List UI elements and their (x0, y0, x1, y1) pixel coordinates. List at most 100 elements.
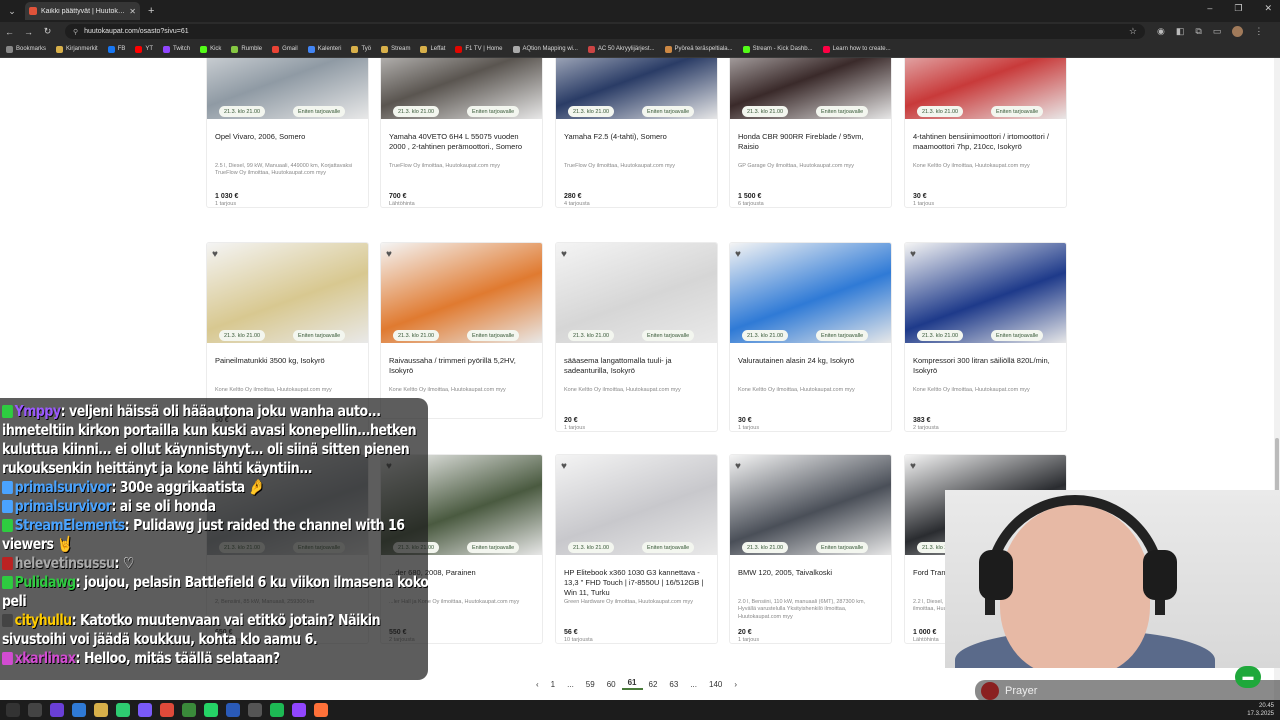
favorite-heart-icon[interactable]: ♥ (735, 461, 741, 472)
listing-title[interactable]: Yamaha F2.5 (4-tahti), Somero (556, 119, 717, 163)
taskview-icon[interactable] (28, 703, 42, 717)
file-explorer-icon[interactable] (94, 703, 108, 717)
page-link[interactable]: 63 (663, 680, 684, 689)
chat-support-button[interactable]: ▬ (1235, 666, 1261, 688)
listing-image[interactable]: ♥21.3. klo 21.00Eniten tarjoavalle (381, 58, 542, 119)
app-icon[interactable] (116, 703, 130, 717)
listing-card[interactable]: ♥ 21.3. klo 21.00 Eniten tarjoavalle Raivau… (380, 242, 543, 419)
listing-card[interactable]: ♥ 21.3. klo 21.00 Eniten tarjoavalle Kompre… (904, 242, 1067, 432)
listing-card[interactable]: ♥21.3. klo 21.00Eniten tarjoavalleOpel V… (206, 58, 369, 208)
app-icon[interactable] (72, 703, 86, 717)
listing-title[interactable]: HP Elitebook x360 1030 G3 kannettava - 1… (556, 555, 717, 599)
listing-card[interactable]: ♥ 21.3. klo 21.00 Eniten tarjoavalle Valura… (729, 242, 892, 432)
whatsapp-icon[interactable] (204, 703, 218, 717)
listing-image[interactable]: ♥21.3. klo 21.00Eniten tarjoavalle (905, 58, 1066, 119)
app-icon[interactable] (50, 703, 64, 717)
bookmark-item[interactable]: AC 50 Akryylijärjest... (587, 45, 655, 53)
page-link[interactable]: 62 (643, 680, 664, 689)
bookmark-item[interactable]: Rumble (231, 45, 262, 53)
listing-title[interactable]: Kompressori 300 litran säiliöllä 820L/mi… (905, 343, 1066, 387)
listing-title[interactable]: Yamaha 40VETO 6H4 L 55075 vuoden 2000 , … (381, 119, 542, 163)
listing-card[interactable]: ♥21.3. klo 21.00Eniten tarjoavalleHonda … (729, 58, 892, 208)
bookmark-item[interactable]: Kirjanmerkit (56, 45, 98, 53)
listing-image[interactable]: ♥21.3. klo 21.00Eniten tarjoavalle (730, 243, 891, 343)
forward-icon[interactable]: → (19, 27, 38, 37)
page-link[interactable]: 61 (621, 678, 643, 690)
next-page-icon[interactable]: › (728, 680, 743, 689)
listing-title[interactable]: Raivaussaha / trimmeri pyörillä 5,2HV, I… (381, 343, 542, 387)
favorite-heart-icon[interactable]: ♥ (561, 249, 567, 260)
listing-title[interactable]: Honda CBR 900RR Fireblade / 95vm, Raisio (730, 119, 891, 163)
listing-title[interactable]: sääasema langattomalla tuuli- ja sadeant… (556, 343, 717, 387)
site-info-icon[interactable]: ⚲ (73, 28, 78, 36)
bookmark-item[interactable]: Bookmarks (6, 45, 46, 53)
bookmark-item[interactable]: Learn how to create... (822, 45, 891, 53)
bookmark-item[interactable]: Pyöreä teräspeltiala... (664, 45, 733, 53)
page-link[interactable]: 1 (545, 680, 561, 689)
bookmark-item[interactable]: Työ (351, 45, 371, 53)
extension-icon[interactable]: ◉ (1157, 26, 1165, 37)
listing-image[interactable]: ♥21.3. klo 21.00Eniten tarjoavalle (905, 243, 1066, 343)
firefox-icon[interactable] (314, 703, 328, 717)
app-icon[interactable] (248, 703, 262, 717)
minimize-icon[interactable]: – (1207, 3, 1212, 14)
favorite-heart-icon[interactable]: ♥ (735, 249, 741, 260)
listing-image[interactable]: ♥21.3. klo 21.00Eniten tarjoavalle (556, 243, 717, 343)
close-window-icon[interactable]: ✕ (1264, 3, 1272, 14)
side-panel-icon[interactable]: ▭ (1213, 26, 1222, 37)
listing-title[interactable]: Opel Vivaro, 2006, Somero (207, 119, 368, 163)
back-icon[interactable]: ← (0, 27, 19, 37)
bookmark-item[interactable]: Twitch (163, 45, 190, 53)
close-tab-icon[interactable]: ✕ (129, 7, 136, 16)
chrome-icon[interactable] (160, 703, 174, 717)
listing-card[interactable]: ♥ 21.3. klo 21.00 Eniten tarjoavalle HP Eli… (555, 454, 718, 644)
maximize-icon[interactable]: ❐ (1234, 3, 1242, 14)
listing-image[interactable]: ♥21.3. klo 21.00Eniten tarjoavalle (730, 455, 891, 555)
listing-image[interactable]: ♥21.3. klo 21.00Eniten tarjoavalle (730, 58, 891, 119)
bookmark-item[interactable]: Kalenteri (307, 45, 341, 53)
bookmark-item[interactable]: Leffat (420, 45, 445, 53)
page-link[interactable]: 140 (703, 680, 728, 689)
bookmark-item[interactable]: F1 TV | Home (455, 45, 503, 53)
windows-start-icon[interactable] (6, 703, 20, 717)
listing-image[interactable]: ♥21.3. klo 21.00Eniten tarjoavalle (207, 58, 368, 119)
app-icon[interactable] (226, 703, 240, 717)
listing-card[interactable]: ♥21.3. klo 21.00Eniten tarjoavalleYamaha… (555, 58, 718, 208)
spotify-icon[interactable] (270, 703, 284, 717)
listing-card[interactable]: ♥21.3. klo 21.00Eniten tarjoavalleYamaha… (380, 58, 543, 208)
page-link[interactable]: 59 (580, 680, 601, 689)
extension-icon[interactable]: ◧ (1176, 26, 1185, 37)
profile-avatar[interactable] (1232, 26, 1244, 37)
listing-image[interactable]: ♥21.3. klo 21.00Eniten tarjoavalle (556, 455, 717, 555)
favorite-heart-icon[interactable]: ♥ (386, 249, 392, 260)
browser-icon[interactable] (182, 703, 196, 717)
bookmark-item[interactable]: YT (135, 45, 153, 53)
page-link[interactable]: 60 (601, 680, 622, 689)
listing-card[interactable]: ♥ 21.3. klo 21.00 Eniten tarjoavalle BMW 12… (729, 454, 892, 644)
bookmark-item[interactable]: AQtion Mapping wi... (512, 45, 578, 53)
bookmark-item[interactable]: Stream - Kick Dashb... (742, 45, 813, 53)
bookmark-star-icon[interactable]: ☆ (1129, 26, 1137, 37)
listing-card[interactable]: ♥21.3. klo 21.00Eniten tarjoavalle4-taht… (904, 58, 1067, 208)
scrollbar-thumb[interactable] (1275, 438, 1279, 498)
bookmark-item[interactable]: Stream (381, 45, 410, 53)
listing-card[interactable]: ♥ 21.3. klo 21.00 Eniten tarjoavalle sääase… (555, 242, 718, 432)
favorite-heart-icon[interactable]: ♥ (910, 249, 916, 260)
extensions-puzzle-icon[interactable]: ⧉ (1195, 26, 1201, 37)
favorite-heart-icon[interactable]: ♥ (212, 249, 218, 260)
discord-icon[interactable] (138, 703, 152, 717)
bookmark-item[interactable]: FB (107, 45, 125, 53)
reload-icon[interactable]: ↻ (38, 26, 57, 37)
listing-image[interactable]: ♥21.3. klo 21.00Eniten tarjoavalle (556, 58, 717, 119)
listing-title[interactable]: BMW 120, 2005, Taivalkoski (730, 555, 891, 599)
twitch-icon[interactable] (292, 703, 306, 717)
favorite-heart-icon[interactable]: ♥ (561, 461, 567, 472)
listing-title[interactable]: 4-tahtinen bensiinimoottori / irtomootto… (905, 119, 1066, 163)
bookmark-item[interactable]: Kick (200, 45, 221, 53)
browser-tab[interactable]: Kaikki päättyvät | Huutokaupat... ✕ (25, 2, 140, 20)
tab-search-icon[interactable]: ⌄ (3, 2, 21, 20)
favorite-heart-icon[interactable]: ♥ (910, 461, 916, 472)
browser-menu-icon[interactable]: ⋮ (1254, 26, 1263, 37)
bookmark-item[interactable]: Gmail (272, 45, 298, 53)
address-bar[interactable]: ⚲ huutokaupat.com/osasto?sivu=61 ☆ (65, 24, 1145, 39)
